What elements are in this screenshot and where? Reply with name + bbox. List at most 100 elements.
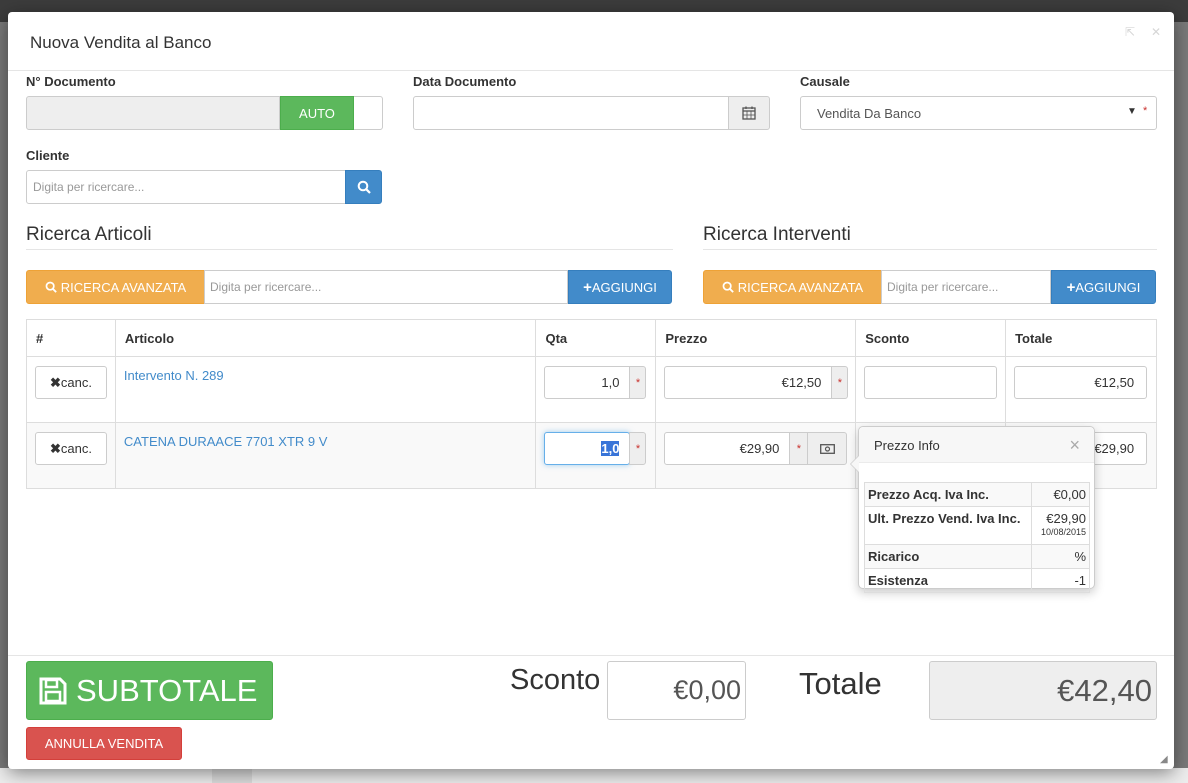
- qta-input-focused[interactable]: 1,0: [544, 432, 631, 465]
- info-label: Esistenza: [863, 568, 1033, 593]
- price-info-button[interactable]: [807, 432, 848, 465]
- popover-title: Prezzo Info: [874, 438, 940, 453]
- info-date: 10/08/2015: [1040, 527, 1086, 537]
- sconto-input[interactable]: [864, 366, 998, 399]
- col-header-prezzo: Prezzo: [655, 319, 857, 357]
- annulla-vendita-button[interactable]: ANNULLA VENDITA: [26, 727, 182, 760]
- qta-required-addon: *: [629, 366, 647, 399]
- cancel-row-label: canc.: [60, 441, 92, 456]
- info-label: Ult. Prezzo Vend. Iva Inc.: [863, 506, 1033, 545]
- doc-number-label: N° Documento: [26, 74, 116, 89]
- prezzo-info-row: Ricarico %: [863, 544, 1090, 569]
- auto-button[interactable]: AUTO: [280, 96, 354, 130]
- prezzo-input[interactable]: €12,50: [664, 366, 833, 399]
- required-mark: *: [635, 442, 641, 455]
- qta-selected-text: 1,0: [601, 441, 620, 456]
- search-icon: [357, 180, 371, 194]
- close-icon[interactable]: ×: [1069, 435, 1080, 456]
- app-background-strip: [212, 768, 252, 783]
- cancel-row-label: canc.: [60, 375, 92, 390]
- qta-required-addon: *: [629, 432, 647, 465]
- articolo-link[interactable]: Intervento N. 289: [124, 368, 224, 383]
- sale-modal: Nuova Vendita al Banco ⇱ ✕ N° Documento …: [8, 12, 1174, 769]
- articoli-search-placeholder: Digita per ricercare...: [210, 280, 322, 294]
- required-mark: *: [635, 376, 641, 389]
- caret-down-icon: ▼: [1127, 106, 1137, 117]
- cliente-placeholder: Digita per ricercare...: [33, 180, 145, 194]
- articoli-advanced-search-button[interactable]: RICERCA AVANZATA: [26, 270, 205, 304]
- modal-title: Nuova Vendita al Banco: [30, 33, 212, 52]
- table-header-row: # Articolo Qta Prezzo Sconto Totale: [26, 319, 1157, 357]
- info-label: Prezzo Acq. Iva Inc.: [863, 482, 1033, 507]
- articoli-add-button[interactable]: + AGGIUNGI: [568, 270, 672, 304]
- required-mark: *: [1143, 105, 1148, 117]
- subtotale-label: SUBTOTALE: [76, 672, 258, 708]
- doc-date-label: Data Documento: [413, 74, 517, 89]
- footer-divider: [8, 655, 1174, 656]
- prezzo-required-addon: *: [831, 366, 849, 399]
- close-icon[interactable]: ✕: [1151, 25, 1161, 39]
- interventi-search-placeholder: Digita per ricercare...: [887, 280, 999, 294]
- articoli-divider: [26, 249, 673, 250]
- calendar-button[interactable]: [728, 96, 770, 130]
- totale-input[interactable]: €12,50: [1014, 366, 1148, 399]
- auto-toggle-off[interactable]: [354, 96, 383, 130]
- cliente-search-button[interactable]: [345, 170, 382, 204]
- required-mark: *: [837, 376, 843, 389]
- cliente-input[interactable]: Digita per ricercare...: [26, 170, 346, 204]
- prezzo-info-row: Prezzo Acq. Iva Inc. €0,00: [863, 482, 1090, 507]
- doc-date-input[interactable]: [413, 96, 729, 130]
- articoli-advanced-search-label: RICERCA AVANZATA: [60, 279, 187, 295]
- popout-icon[interactable]: ⇱: [1125, 25, 1135, 39]
- search-icon: [45, 281, 57, 293]
- prezzo-input[interactable]: €29,90: [664, 432, 791, 465]
- col-header-articolo: Articolo: [114, 319, 537, 357]
- col-header-qta: Qta: [535, 319, 657, 357]
- totale-value: €42,40: [929, 661, 1157, 720]
- popover-arrow-inner: [851, 456, 859, 472]
- remove-icon: ✖: [50, 440, 61, 456]
- subtotale-button[interactable]: SUBTOTALE: [26, 661, 273, 720]
- interventi-advanced-search-label: RICERCA AVANZATA: [737, 279, 864, 295]
- prezzo-info-table: Prezzo Acq. Iva Inc. €0,00 Ult. Prezzo V…: [863, 482, 1090, 593]
- plus-icon: +: [1066, 278, 1076, 296]
- cliente-label: Cliente: [26, 148, 70, 163]
- info-value: €0,00: [1031, 482, 1090, 507]
- col-header-index: #: [26, 319, 116, 357]
- interventi-add-button[interactable]: + AGGIUNGI: [1051, 270, 1156, 304]
- interventi-search-input[interactable]: Digita per ricercare...: [881, 270, 1051, 304]
- prezzo-info-popover: Prezzo Info × Prezzo Acq. Iva Inc. €0,00…: [850, 426, 1095, 593]
- sconto-total-input[interactable]: €0,00: [607, 661, 746, 720]
- money-icon: [819, 443, 835, 454]
- articoli-search-input[interactable]: Digita per ricercare...: [204, 270, 568, 304]
- prezzo-info-row: Esistenza -1: [863, 568, 1090, 593]
- cancel-row-button[interactable]: ✖ canc.: [35, 432, 107, 465]
- remove-icon: ✖: [50, 374, 61, 390]
- info-label: Ricarico: [863, 544, 1033, 569]
- calendar-icon: [742, 106, 756, 120]
- doc-number-input: [26, 96, 280, 130]
- interventi-advanced-search-button[interactable]: RICERCA AVANZATA: [703, 270, 882, 304]
- search-icon: [722, 281, 734, 293]
- cancel-row-button[interactable]: ✖ canc.: [35, 366, 107, 399]
- popover-header: Prezzo Info ×: [859, 427, 1094, 463]
- interventi-title: Ricerca Interventi: [703, 224, 851, 245]
- qta-input[interactable]: 1,0: [544, 366, 631, 399]
- causale-select[interactable]: Vendita Da Banco ▼ *: [800, 96, 1157, 130]
- resize-handle-icon[interactable]: ◢: [1160, 754, 1168, 765]
- sconto-total-label: Sconto: [510, 664, 601, 696]
- table-row: ✖ canc. Intervento N. 289 1,0 * €12,50 *…: [26, 356, 1157, 423]
- save-icon: [39, 677, 67, 704]
- prezzo-info-row: Ult. Prezzo Vend. Iva Inc. €29,90 10/08/…: [863, 506, 1090, 545]
- info-value: -1: [1031, 568, 1090, 593]
- col-header-totale: Totale: [1005, 319, 1157, 357]
- plus-icon: +: [583, 278, 592, 296]
- totale-label: Totale: [799, 666, 882, 701]
- app-background: [0, 768, 1188, 783]
- prezzo-required-addon: *: [789, 432, 809, 465]
- required-mark: *: [796, 442, 802, 455]
- info-value-cell: €29,90 10/08/2015: [1031, 506, 1090, 545]
- causale-label: Causale: [800, 74, 850, 89]
- articolo-link[interactable]: CATENA DURAACE 7701 XTR 9 V: [124, 434, 328, 449]
- modal-header: Nuova Vendita al Banco ⇱ ✕: [8, 12, 1174, 71]
